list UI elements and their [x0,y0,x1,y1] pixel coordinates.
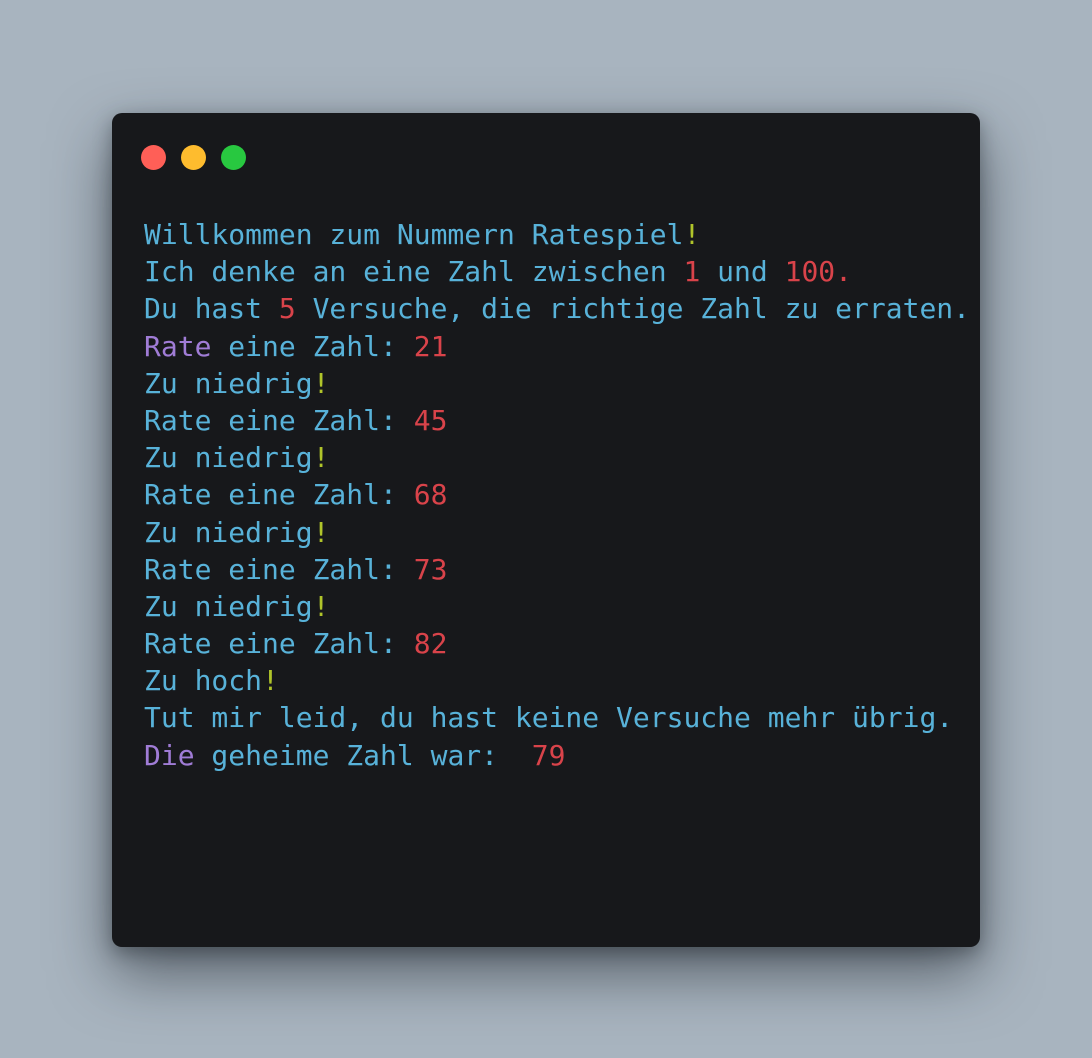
terminal-text-segment: 79 [531,738,566,772]
terminal-text-segment: Ich denke an eine Zahl zwischen [144,255,684,289]
maximize-button[interactable] [221,145,246,170]
terminal-line: Zu niedrig! [144,439,980,476]
terminal-line: Rate eine Zahl: 73 [144,551,980,588]
terminal-text-segment: 45 [413,403,448,437]
terminal-text-segment: Du hast [144,292,279,326]
terminal-line: Zu niedrig! [144,588,980,625]
terminal-text-segment: 100. [784,255,853,289]
terminal-text-segment: Zu niedrig [144,366,313,400]
terminal-text-segment: Tut mir leid, du hast keine Versuche meh… [144,701,954,735]
terminal-text-segment: Versuche, die richtige Zahl zu erraten. [295,292,971,326]
terminal-line: Tut mir leid, du hast keine Versuche meh… [144,699,980,736]
terminal-line: Zu niedrig! [144,365,980,402]
terminal-text-segment: Zu niedrig [144,589,313,623]
terminal-line: Zu niedrig! [144,514,980,551]
terminal-text-segment: ! [312,441,330,475]
terminal-line: Rate eine Zahl: 82 [144,625,980,662]
terminal-text-segment: 68 [413,478,448,512]
close-button[interactable] [141,145,166,170]
terminal-text-segment: 73 [413,552,448,586]
minimize-button[interactable] [181,145,206,170]
terminal-text-segment: Rate eine Zahl: [144,627,414,661]
terminal-line: Rate eine Zahl: 45 [144,402,980,439]
terminal-text-segment: Rate eine Zahl: [144,478,414,512]
terminal-text-segment: Rate eine Zahl: [144,552,414,586]
terminal-text-segment: geheime Zahl war: [194,738,532,772]
terminal-text-segment: ! [683,218,701,251]
terminal-text-segment: Zu hoch [144,664,263,698]
terminal-line: Zu hoch! [144,662,980,699]
terminal-text-segment: Zu niedrig [144,441,313,475]
terminal-output: Willkommen zum Nummern Ratespiel! Ich den… [144,216,980,774]
terminal-text-segment: ! [312,515,330,549]
terminal-line: Rate eine Zahl: 21 [144,328,980,365]
terminal-text-segment: 82 [413,627,448,661]
terminal-window: Willkommen zum Nummern Ratespiel! Ich den… [112,113,980,947]
terminal-text-segment: und [700,255,785,289]
terminal-text-segment: Die [144,738,195,772]
terminal-text-segment: 5 [278,292,296,326]
terminal-text-segment: ! [312,589,330,623]
terminal-text-segment: Rate eine Zahl: [144,403,414,437]
terminal-line: Du hast 5 Versuche, die richtige Zahl zu… [144,290,980,327]
terminal-text-segment: ! [312,366,330,400]
window-titlebar [141,145,246,170]
terminal-text-segment: Willkommen zum Nummern Ratespiel [144,218,684,251]
terminal-line: Rate eine Zahl: 68 [144,476,980,513]
terminal-line: Willkommen zum Nummern Ratespiel! [144,216,980,253]
terminal-line: Die geheime Zahl war: 79 [144,737,980,774]
terminal-line: Ich denke an eine Zahl zwischen 1 und 10… [144,253,980,290]
terminal-text-segment: Rate [144,329,212,363]
terminal-text-segment: Zu niedrig [144,515,313,549]
terminal-text-segment: eine Zahl: [211,329,414,363]
terminal-text-segment: 21 [413,329,448,363]
terminal-text-segment: 1 [683,255,701,289]
terminal-text-segment: ! [262,664,279,698]
